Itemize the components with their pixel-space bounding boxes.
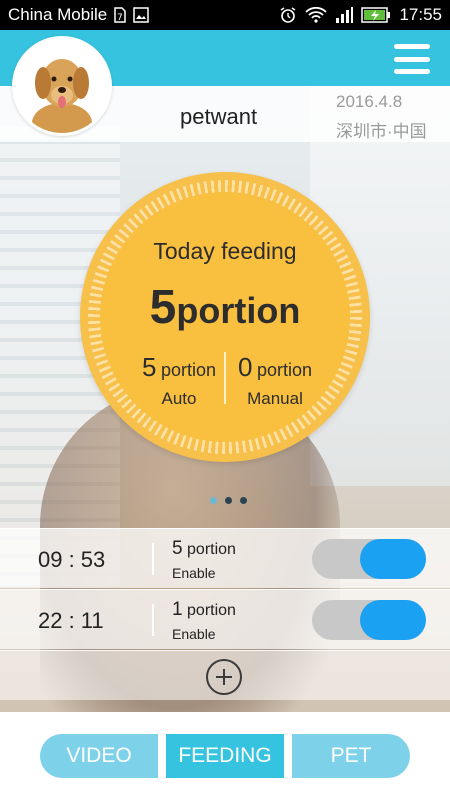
today-feeding-title: Today feeding <box>153 238 297 264</box>
manual-portion-value: 0 <box>238 352 253 382</box>
bottom-nav: VIDEO FEEDING PET <box>0 712 450 800</box>
add-circle-icon[interactable] <box>206 659 242 695</box>
pager-dots <box>210 497 247 504</box>
status-bar: China Mobile 7 17:55 <box>0 0 450 30</box>
schedule-row[interactable]: 22 : 11 1 portion Enable <box>0 589 450 649</box>
sim-7-icon: 7 <box>113 7 127 23</box>
wifi-icon <box>305 7 328 23</box>
auto-portion-value: 5 <box>142 352 157 382</box>
schedule-row[interactable]: 09 : 53 5 portion Enable <box>0 528 450 588</box>
battery-charging-icon <box>361 7 391 23</box>
schedule-amount: 1 portion <box>172 599 236 620</box>
auto-portion-unit: portion <box>160 360 216 380</box>
manual-portion: 0 portion Manual <box>232 352 318 409</box>
tab-feeding[interactable]: FEEDING <box>166 734 284 778</box>
schedule-status: Enable <box>172 626 216 642</box>
username: petwant <box>180 104 258 129</box>
add-schedule-bar <box>0 650 450 700</box>
total-portion: 5portion <box>80 280 370 335</box>
pager-dot[interactable] <box>225 497 232 504</box>
signal-icon <box>335 7 354 23</box>
date-label: 2016.4.8 <box>336 92 403 111</box>
row-divider <box>152 604 154 636</box>
today-feeding-dial: Today feeding 5portion 5 portion Auto 0 … <box>80 172 370 462</box>
schedule-amount: 5 portion <box>172 538 236 559</box>
auto-label: Auto <box>161 389 197 408</box>
clock: 17:55 <box>399 5 442 24</box>
hamburger-menu-icon[interactable] <box>394 44 430 74</box>
dial-divider <box>224 352 226 404</box>
tab-pet[interactable]: PET <box>292 734 410 778</box>
pager-dot[interactable] <box>240 497 247 504</box>
image-icon <box>133 7 149 23</box>
row-divider <box>152 543 154 575</box>
schedule-toggle[interactable] <box>312 539 426 579</box>
total-portion-unit: portion <box>176 290 301 331</box>
schedule-time: 22 : 11 <box>38 608 104 633</box>
total-portion-value: 5 <box>149 281 177 334</box>
schedule-status: Enable <box>172 565 216 581</box>
alarm-icon <box>279 6 297 24</box>
carrier-name: China Mobile <box>8 5 108 24</box>
manual-portion-unit: portion <box>256 360 312 380</box>
pet-avatar[interactable] <box>12 36 112 136</box>
manual-label: Manual <box>247 389 303 408</box>
location-label: 深圳市·中国 <box>336 122 427 141</box>
schedule-toggle[interactable] <box>312 600 426 640</box>
svg-text:7: 7 <box>117 13 123 23</box>
schedule-time: 09 : 53 <box>38 547 106 572</box>
tab-video[interactable]: VIDEO <box>40 734 158 778</box>
auto-portion: 5 portion Auto <box>136 352 222 409</box>
pager-dot[interactable] <box>210 497 217 504</box>
